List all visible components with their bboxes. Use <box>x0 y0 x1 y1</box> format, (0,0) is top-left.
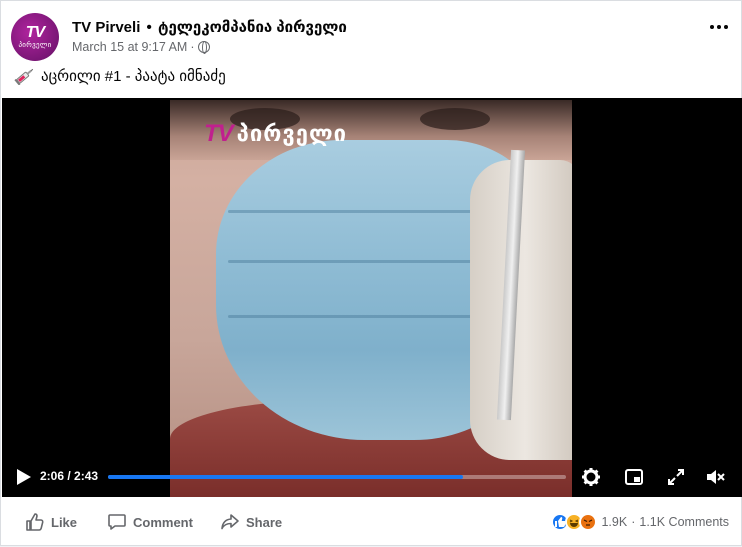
share-button[interactable]: Share <box>220 511 282 533</box>
post-timestamp[interactable]: March 15 at 9:17 AM <box>72 40 187 54</box>
video-watermark-logo: TV პირველი <box>204 120 347 148</box>
page-name: TV Pirveli • ტელეკომპანია პირველი <box>72 18 347 36</box>
comment-button[interactable]: Comment <box>107 511 193 533</box>
video-progress-bar[interactable] <box>108 475 566 479</box>
reaction-summary[interactable]: 1.9K · 1.1K Comments <box>551 511 729 533</box>
page-avatar[interactable]: TV პირველი <box>11 13 59 61</box>
video-progress-fill <box>108 475 463 479</box>
settings-gear-icon[interactable] <box>580 466 602 488</box>
fullscreen-icon[interactable] <box>665 466 687 488</box>
meta-separator: · <box>190 40 195 54</box>
syringe-icon <box>13 67 35 86</box>
like-label: Like <box>51 514 78 530</box>
post-meta: March 15 at 9:17 AM · <box>72 40 210 54</box>
video-logo-brand: პირველი <box>236 121 348 146</box>
more-dot-icon <box>717 25 721 29</box>
stats-separator: · <box>631 515 636 529</box>
page-name-link[interactable]: TV Pirveli <box>72 19 140 36</box>
more-options-button[interactable] <box>707 15 731 39</box>
video-logo-tv: TV <box>204 120 234 147</box>
picture-in-picture-icon[interactable] <box>623 466 645 488</box>
facebook-post: TV პირველი TV Pirveli • ტელეკომპანია პირ… <box>0 0 742 546</box>
post-text: აცრილი #1 - პაატა იმნაძე <box>13 67 226 86</box>
like-button[interactable]: Like <box>25 511 77 533</box>
frame-eye <box>420 108 490 130</box>
play-icon[interactable] <box>16 468 32 486</box>
video-time: 2:06 / 2:43 <box>40 469 99 483</box>
video-controls: 2:06 / 2:43 <box>2 458 742 497</box>
more-dot-icon <box>724 25 728 29</box>
avatar-logo-subtext: პირველი <box>18 41 52 49</box>
comment-label: Comment <box>133 514 193 530</box>
post-header: TV პირველი TV Pirveli • ტელეკომპანია პირ… <box>1 1 742 98</box>
more-dot-icon <box>710 25 714 29</box>
avatar-logo-text: TV <box>25 23 45 41</box>
thumbs-up-icon <box>26 513 44 531</box>
name-separator: • <box>146 19 152 36</box>
share-icon <box>221 514 239 530</box>
video-frame: TV პირველი <box>170 100 572 497</box>
post-caption: აცრილი #1 - პაატა იმნაძე <box>41 68 226 85</box>
page-subtitle[interactable]: ტელეკომპანია პირველი <box>158 19 347 36</box>
video-player[interactable]: TV პირველი 2:06 / 2:43 <box>2 98 742 497</box>
reactions-count[interactable]: 1.9K <box>601 515 627 529</box>
globe-icon[interactable] <box>197 41 210 54</box>
post-actions: Like Comment Share 1.9K · 1.1K Comments <box>1 497 742 547</box>
mute-icon[interactable] <box>704 466 726 488</box>
comment-icon <box>108 514 126 530</box>
share-label: Share <box>246 514 283 530</box>
comments-count[interactable]: 1.1K Comments <box>639 515 729 529</box>
angry-reaction-icon <box>579 513 598 531</box>
